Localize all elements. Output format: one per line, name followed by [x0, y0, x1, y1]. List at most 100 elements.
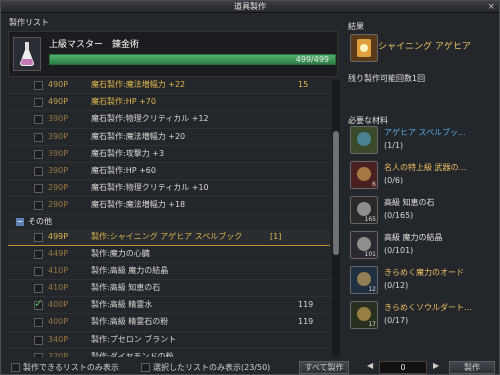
recipe-quantity-badge: [1]: [270, 231, 282, 241]
recipe-cost: 490P: [48, 97, 69, 107]
material-item[interactable]: 101 高級 魔力の結晶 (0/101): [346, 229, 496, 264]
skill-title: 上級マスター 錬金術: [49, 40, 140, 50]
recipe-name: 製作:シャイニング アゲヒア スペルブック: [91, 231, 243, 241]
recipe-cost: 340P: [48, 334, 69, 344]
alchemy-flask-icon: [13, 37, 41, 71]
recipe-row[interactable]: 449P 製作:魔力の心臓: [8, 246, 330, 263]
selected-only-checkbox[interactable]: [141, 363, 150, 372]
remaining-count: 残り製作可能回数1回: [348, 74, 426, 83]
recipe-row[interactable]: 390P 魔石製作:魔法増幅力 +20: [8, 129, 330, 146]
recipe-cost: 410P: [48, 283, 69, 293]
material-item[interactable]: 12 きらめく魔力のオード (0/12): [346, 264, 496, 299]
result-label: 結果: [348, 22, 364, 31]
material-stack-count: 12: [368, 286, 376, 293]
recipe-cost: 390P: [48, 114, 69, 124]
recipe-name: 魔石製作:魔法増幅力 +20: [91, 131, 186, 141]
material-count: (0/101): [384, 246, 414, 255]
recipe-checkbox[interactable]: [34, 201, 43, 211]
quantity-field[interactable]: 0: [379, 361, 427, 374]
scrollbar-thumb[interactable]: [333, 131, 339, 255]
recipe-name: 魔石製作:物理クリティカル +10: [91, 183, 209, 193]
recipe-name: 製作:魔力の心臓: [91, 248, 150, 258]
recipe-cost: 400P: [48, 317, 69, 327]
recipe-row[interactable]: 410P 製作:高級 魔力の結晶: [8, 263, 330, 281]
recipe-cost: 390P: [48, 165, 69, 175]
material-stack-count: 165: [364, 216, 376, 223]
recipe-cost: 320P: [48, 351, 69, 357]
decrease-icon[interactable]: ◀: [367, 361, 373, 370]
recipe-checkbox[interactable]: [34, 81, 43, 90]
recipe-name: 魔石製作:魔法増幅力 +18: [91, 200, 186, 210]
recipe-row[interactable]: 490P 魔石製作:魔法増幅力 +22 15: [8, 77, 330, 95]
recipe-row[interactable]: 499P 製作:シャイニング アゲヒア スペルブック [1]: [8, 229, 330, 246]
window-title: 道具製作: [234, 2, 266, 11]
recipe-row[interactable]: 290P 魔石製作:物理クリティカル +10: [8, 180, 330, 198]
recipe-cost: 499P: [48, 231, 69, 241]
recipe-checkbox[interactable]: [34, 132, 43, 142]
material-stack-count: 17: [368, 321, 376, 328]
material-item[interactable]: 17 きらめくソウルダート... (0/17): [346, 299, 496, 334]
category-other[interactable]: − その他: [8, 215, 330, 229]
craft-button[interactable]: 製作: [449, 361, 495, 374]
recipe-name: 製作:高級 精霊水: [91, 300, 153, 310]
material-name: きらめくソウルダート...: [384, 303, 472, 312]
recipe-name: 製作:プセロン ブラント: [91, 334, 177, 344]
selected-only-label: 選択したリストのみ表示(23/50): [153, 363, 271, 372]
close-icon[interactable]: ×: [487, 1, 495, 13]
recipe-row[interactable]: 410P 製作:高級 知恵の石: [8, 280, 330, 298]
recipe-checkbox[interactable]: [34, 318, 43, 328]
recipe-row[interactable]: 400P 製作:高級 精霊石の粉 119: [8, 314, 330, 332]
recipe-checkbox[interactable]: [34, 149, 43, 159]
recipe-checkbox[interactable]: [34, 166, 43, 176]
recipe-checkbox[interactable]: [34, 249, 43, 259]
recipe-name: 製作:ダイヤモンドの粉: [91, 351, 174, 357]
result-panel: 結果 シャイニング アゲヒア 残り製作可能回数1回 必要な材料 アゲヒア スペル…: [344, 15, 498, 360]
recipe-checkbox[interactable]: [34, 284, 43, 294]
result-item[interactable]: シャイニング アゲヒア: [346, 33, 496, 63]
recipe-cost: 449P: [48, 248, 69, 258]
recipe-list-label: 製作リスト: [9, 18, 49, 27]
recipe-checkbox[interactable]: [34, 232, 43, 242]
skill-progress-bar: 499/499: [49, 54, 336, 65]
crafting-window: 道具製作 × 製作リスト 上級マスター 錬金術 499/499 490P 魔石製作…: [0, 0, 500, 375]
craftable-only-label: 製作できるリストのみ表示: [23, 363, 119, 372]
recipe-checkbox[interactable]: [34, 98, 43, 108]
recipe-checkbox[interactable]: [34, 352, 43, 357]
recipe-name: 魔石製作:魔法増幅力 +22: [91, 80, 186, 89]
recipe-row[interactable]: 390P 魔石製作:物理クリティカル +12: [8, 111, 330, 129]
increase-icon[interactable]: ▶: [433, 361, 439, 370]
spellbook-icon[interactable]: [350, 34, 378, 62]
recipe-row[interactable]: ✓ 400P 製作:高級 精霊水 119: [8, 297, 330, 315]
material-count: (1/1): [384, 141, 404, 150]
recipe-list-panel: 製作リスト 上級マスター 錬金術 499/499 490P 魔石製作:魔法増幅力 …: [4, 15, 341, 360]
recipe-row[interactable]: 340P 製作:プセロン ブラント: [8, 332, 330, 349]
craft-all-button[interactable]: すべて製作: [299, 361, 349, 374]
recipe-checkbox[interactable]: [34, 115, 43, 125]
recipe-row[interactable]: 390P 魔石製作:HP +60: [8, 163, 330, 181]
collapse-toggle-icon[interactable]: −: [16, 217, 24, 226]
material-stack-count: 6: [372, 181, 376, 188]
recipe-checkbox[interactable]: [34, 266, 43, 276]
recipe-row[interactable]: 390P 魔石製作:攻撃力 +3: [8, 146, 330, 163]
recipe-list-scrollbar[interactable]: [332, 79, 340, 357]
recipe-row[interactable]: 290P 魔石製作:魔法増幅力 +18: [8, 197, 330, 215]
skill-progress-fill: [50, 55, 335, 64]
recipe-cost: 490P: [48, 80, 69, 89]
recipe-row[interactable]: 490P 魔石製作:HP +70: [8, 94, 330, 112]
bottom-bar: 製作できるリストのみ表示 選択したリストのみ表示(23/50) すべて製作 ◀ …: [1, 361, 499, 375]
recipe-checkbox[interactable]: [34, 335, 43, 345]
recipe-name: 魔石製作:HP +60: [91, 165, 156, 175]
spellbook-icon[interactable]: [350, 126, 378, 154]
recipe-row[interactable]: 320P 製作:ダイヤモンドの粉: [8, 349, 330, 357]
recipe-checkbox[interactable]: [34, 184, 43, 194]
material-item[interactable]: 165 高級 知恵の石 (0/165): [346, 194, 496, 229]
recipe-name: 魔石製作:HP +70: [91, 97, 156, 107]
recipe-name: 魔石製作:物理クリティカル +12: [91, 114, 209, 124]
craftable-only-checkbox[interactable]: [11, 363, 20, 372]
material-item[interactable]: アゲヒア スペルブッ... (1/1): [346, 124, 496, 159]
title-bar[interactable]: 道具製作 ×: [1, 1, 499, 13]
material-item[interactable]: 6 名人の特上級 武器の... (0/6): [346, 159, 496, 194]
category-label: その他: [28, 216, 52, 226]
recipe-count: 15: [298, 80, 309, 89]
material-count: (0/6): [384, 176, 404, 185]
